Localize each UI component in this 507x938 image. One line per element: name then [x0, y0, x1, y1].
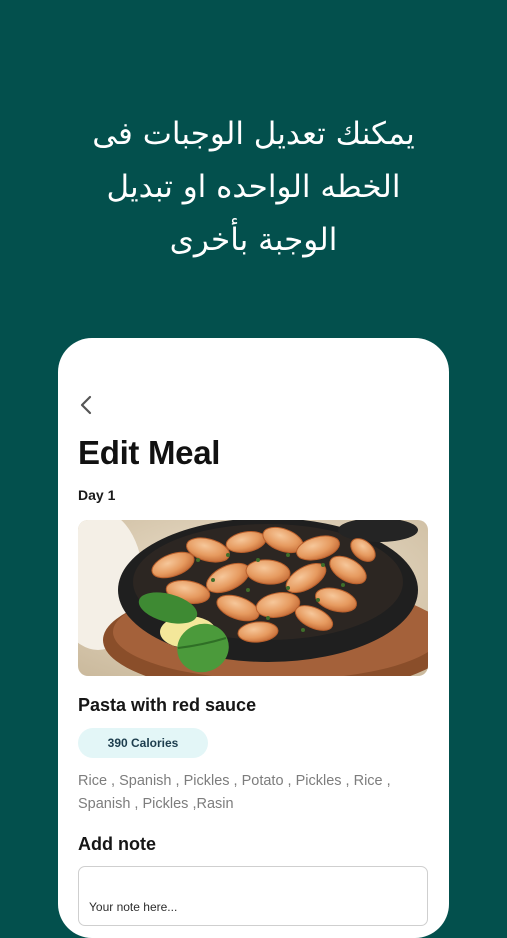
day-label: Day 1 — [78, 487, 116, 503]
headline-line-3: الوجبة بأخرى — [169, 222, 338, 258]
meal-name: Pasta with red sauce — [78, 695, 257, 715]
calories-badge: 390 Calories — [78, 728, 208, 758]
note-input[interactable] — [78, 866, 428, 926]
promo-headline: يمكنك تعديل الوجبات فى الخطه الواحده او … — [30, 108, 477, 267]
page-title: Edit Meal — [78, 434, 221, 471]
headline-line-1: يمكنك تعديل الوجبات فى — [92, 116, 415, 152]
back-button[interactable] — [76, 394, 98, 416]
phone-screen-card: Edit Meal Day 1 Pasta with red sauce 390… — [58, 338, 449, 938]
ingredients-line-2: Spanish , Pickles ,Rasin — [78, 796, 234, 812]
add-note-label: Add note — [78, 834, 156, 854]
meal-image — [78, 520, 428, 676]
shrimp-dish-illustration — [78, 520, 428, 676]
ingredients-line-1: Rice , Spanish , Pickles , Potato , Pick… — [78, 773, 391, 789]
ingredients-list: Rice , Spanish , Pickles , Potato , Pick… — [78, 770, 430, 816]
headline-line-2: الخطه الواحده او تبديل — [106, 169, 401, 205]
chevron-left-icon — [80, 395, 92, 415]
